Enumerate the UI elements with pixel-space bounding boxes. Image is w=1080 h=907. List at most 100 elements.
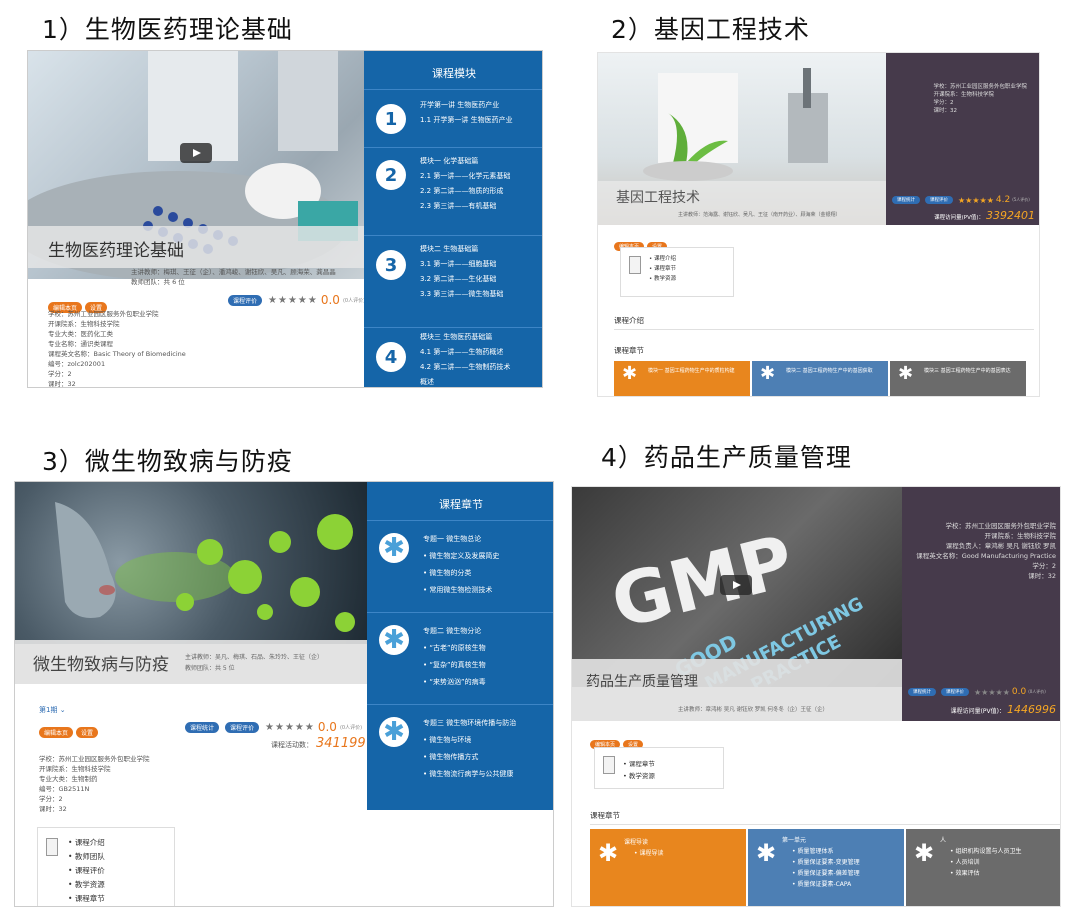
toc-item[interactable]: • 课程评价 bbox=[68, 864, 105, 878]
course-title: 基因工程技术 bbox=[616, 190, 700, 206]
topic-item[interactable]: • 微生物与环境 bbox=[423, 732, 545, 749]
info-hours: 课时：32 bbox=[1028, 572, 1056, 580]
module-line[interactable]: 模块一 化学基础篇 bbox=[420, 154, 510, 169]
info-code: 编号：zolc202001 bbox=[48, 360, 106, 368]
rating-score: 0.0 bbox=[320, 293, 340, 307]
topic-item[interactable]: • “古老”的原核生物 bbox=[423, 640, 486, 657]
topic-title[interactable]: 专题二 微生物分论 bbox=[423, 623, 486, 640]
rating-stars[interactable]: ★★★★★ bbox=[958, 196, 994, 205]
info-dept: 开课院系：生物科技学院 bbox=[48, 320, 120, 328]
chapter-item[interactable]: • 质量管理体系 bbox=[782, 846, 860, 857]
teachers-line: 主讲教师：章鸿彬 吴凡 谢钰欣 罗凯 何冬冬（企）王征（企） bbox=[678, 707, 828, 713]
team-line: 教师团队：共 6 位 bbox=[131, 278, 185, 286]
chapter-item[interactable]: • 质量保证要素-CAPA bbox=[782, 879, 860, 890]
module-line[interactable]: 4.1 第一讲——生物药概述 bbox=[420, 345, 510, 360]
toc-item[interactable]: • 课程章节 bbox=[649, 264, 676, 274]
module-4[interactable]: 4 模块三 生物医药基础篇 4.1 第一讲——生物药概述 4.2 第二讲——生物… bbox=[364, 327, 542, 387]
module-line[interactable]: 开学第一讲 生物医药产业 bbox=[420, 98, 513, 113]
module-line[interactable]: 3.1 第一讲——细胞基础 bbox=[420, 257, 503, 272]
review-tag[interactable]: 课程评价 bbox=[941, 688, 969, 696]
rating-stars[interactable]: ★★★★★ bbox=[265, 722, 315, 733]
stats-tag[interactable]: 课程统计 bbox=[892, 196, 920, 204]
edit-page-tag[interactable]: 编辑本页 bbox=[39, 727, 74, 738]
hero-image: GMP GOOD MANUFACTURING PRACTICE bbox=[572, 487, 902, 696]
toc-item[interactable]: • 课程章节 bbox=[68, 892, 105, 906]
stats-tag[interactable]: 课程统计 bbox=[908, 688, 936, 696]
topic-1[interactable]: ✱ 专题一 微生物总论 • 微生物定义及发展简史 • 微生物的分类 • 常用微生… bbox=[367, 520, 553, 612]
module-line[interactable]: 模块二 生物基础篇 bbox=[420, 242, 503, 257]
rating-stars[interactable]: ★★★★★ bbox=[268, 295, 318, 306]
chapter-card-2[interactable]: ✱ 第一单元 • 质量管理体系 • 质量保证要素-变更管理 • 质量保证要素-偏… bbox=[748, 829, 904, 906]
chapter-card-3[interactable]: ✱ 人 • 组织机构设置与人员卫生 • 人员培训 • 效果评估 bbox=[906, 829, 1060, 906]
rating-row: 课程统计 课程评价 ★★★★★ 4.2 (5人评价) bbox=[892, 195, 1030, 205]
chapter-card-3[interactable]: ✱ 模块三 基因工程药物生产中的基因表达 bbox=[890, 361, 1026, 396]
topic-title[interactable]: 专题一 微生物总论 bbox=[423, 531, 499, 548]
toc-item[interactable]: • 课程章节 bbox=[623, 758, 655, 770]
chapter-item[interactable]: • 人员培训 bbox=[940, 857, 1021, 868]
chapter-title[interactable]: 课程导读 bbox=[624, 837, 663, 848]
stats-tag[interactable]: 课程统计 bbox=[185, 721, 220, 733]
module-3[interactable]: 3 模块二 生物基础篇 3.1 第一讲——细胞基础 3.2 第二讲——生化基础 … bbox=[364, 235, 542, 327]
topic-item[interactable]: • “来势汹汹”的病毒 bbox=[423, 674, 486, 691]
play-button[interactable] bbox=[180, 143, 212, 163]
activity-label: 课程活动数： bbox=[271, 741, 313, 749]
rating-stars[interactable]: ★★★★★ bbox=[974, 688, 1010, 697]
topic-3[interactable]: ✱ 专题三 微生物环境传播与防治 • 微生物与环境 • 微生物传播方式 • 微生… bbox=[367, 704, 553, 810]
toc-item[interactable]: • 课程介绍 bbox=[649, 254, 676, 264]
module-line[interactable]: 概述 bbox=[420, 375, 510, 387]
chapter-item[interactable]: • 课程导读 bbox=[624, 848, 663, 859]
rating-score: 0.0 bbox=[317, 720, 337, 734]
review-tag[interactable]: 课程评价 bbox=[228, 294, 263, 306]
course-info: 学校：苏州工业园区服务外包职业学院 开课院系：生物科技学院 课程负责人：章鸿彬 … bbox=[914, 521, 1056, 581]
play-button[interactable] bbox=[720, 575, 752, 595]
chapter-title[interactable]: 模块三 基因工程药物生产中的基因表达 bbox=[924, 367, 1020, 375]
module-line[interactable]: 1.1 开学第一讲 生物医药产业 bbox=[420, 113, 513, 128]
panel-microbiology: 微生物致病与防疫 主讲教师：吴凡、梅琪、石品、朱玲玲、王征（企） 教师团队：共 … bbox=[14, 481, 554, 907]
module-line[interactable]: 2.1 第一讲——化学元素基础 bbox=[420, 169, 510, 184]
topic-item[interactable]: • “复杂”的真核生物 bbox=[423, 657, 486, 674]
chapter-item[interactable]: • 效果评估 bbox=[940, 868, 1021, 879]
pv-value: 1446996 bbox=[1007, 703, 1056, 716]
topic-item[interactable]: • 常用微生物检测技术 bbox=[423, 582, 499, 599]
chapter-card-2[interactable]: ✱ 模块二 基因工程药物生产中的基因获取 bbox=[752, 361, 888, 396]
module-line[interactable]: 3.2 第二讲——生化基础 bbox=[420, 272, 503, 287]
module-line[interactable]: 模块三 生物医药基础篇 bbox=[420, 330, 510, 345]
chapter-item[interactable]: • 质量保证要素-变更管理 bbox=[782, 857, 860, 868]
asterisk-icon: ✱ bbox=[622, 363, 638, 384]
toc-item[interactable]: • 教学资源 bbox=[68, 878, 105, 892]
chapter-title[interactable]: 人 bbox=[940, 835, 1021, 846]
virus-illustration-icon bbox=[55, 502, 355, 632]
module-1[interactable]: 1 开学第一讲 生物医药产业 1.1 开学第一讲 生物医药产业 bbox=[364, 89, 542, 147]
review-tag[interactable]: 课程评价 bbox=[925, 196, 953, 204]
module-line[interactable]: 3.3 第三讲——微生物基础 bbox=[420, 287, 503, 302]
chapter-item[interactable]: • 组织机构设置与人员卫生 bbox=[940, 846, 1021, 857]
module-line[interactable]: 2.3 第三讲——有机基础 bbox=[420, 199, 510, 214]
chapter-title[interactable]: 第一单元 bbox=[782, 835, 860, 846]
chapter-item[interactable]: • 质量保证要素-偏差管理 bbox=[782, 868, 860, 879]
topic-item[interactable]: • 微生物流行病学与公共健康 bbox=[423, 766, 545, 783]
topic-item[interactable]: • 微生物传播方式 bbox=[423, 749, 545, 766]
info-english-name: 课程英文名称：Basic Theory of Biomedicine bbox=[48, 350, 186, 358]
chapter-card-1[interactable]: ✱ 模块一 基因工程药物生产中的质粒构建 bbox=[614, 361, 750, 396]
course-meta: 学校：苏州工业园区服务外包职业学院 开课院系：生物科技学院 课程负责人：章鸿彬 … bbox=[902, 487, 1060, 721]
toc-item[interactable]: • 教学资源 bbox=[623, 770, 655, 782]
toc-item[interactable]: • 教师团队 bbox=[68, 850, 105, 864]
chapter-card-1[interactable]: ✱ 课程导读 • 课程导读 bbox=[590, 829, 746, 906]
chapter-title[interactable]: 模块二 基因工程药物生产中的基因获取 bbox=[786, 367, 882, 375]
topic-2[interactable]: ✱ 专题二 微生物分论 • “古老”的原核生物 • “复杂”的真核生物 • “来… bbox=[367, 612, 553, 704]
topic-item[interactable]: • 微生物的分类 bbox=[423, 565, 499, 582]
settings-tag[interactable]: 设置 bbox=[76, 727, 99, 738]
module-line[interactable]: 2.2 第二讲——物质的形成 bbox=[420, 184, 510, 199]
module-number: 1 bbox=[376, 104, 406, 134]
review-tag[interactable]: 课程评价 bbox=[225, 721, 260, 733]
toc-item[interactable]: • 教学资源 bbox=[649, 274, 676, 284]
module-line[interactable]: 4.2 第二讲——生物制药技术 bbox=[420, 360, 510, 375]
toc-item[interactable]: • 课程介绍 bbox=[68, 836, 105, 850]
term-select[interactable]: 第1期 ⌄ bbox=[39, 705, 66, 715]
chapter-title[interactable]: 模块一 基因工程药物生产中的质粒构建 bbox=[648, 367, 744, 375]
divider bbox=[590, 824, 1060, 825]
topic-item[interactable]: • 微生物定义及发展简史 bbox=[423, 548, 499, 565]
activity-value: 341199 bbox=[316, 736, 366, 751]
topic-title[interactable]: 专题三 微生物环境传播与防治 bbox=[423, 715, 545, 732]
module-2[interactable]: 2 模块一 化学基础篇 2.1 第一讲——化学元素基础 2.2 第二讲——物质的… bbox=[364, 147, 542, 235]
